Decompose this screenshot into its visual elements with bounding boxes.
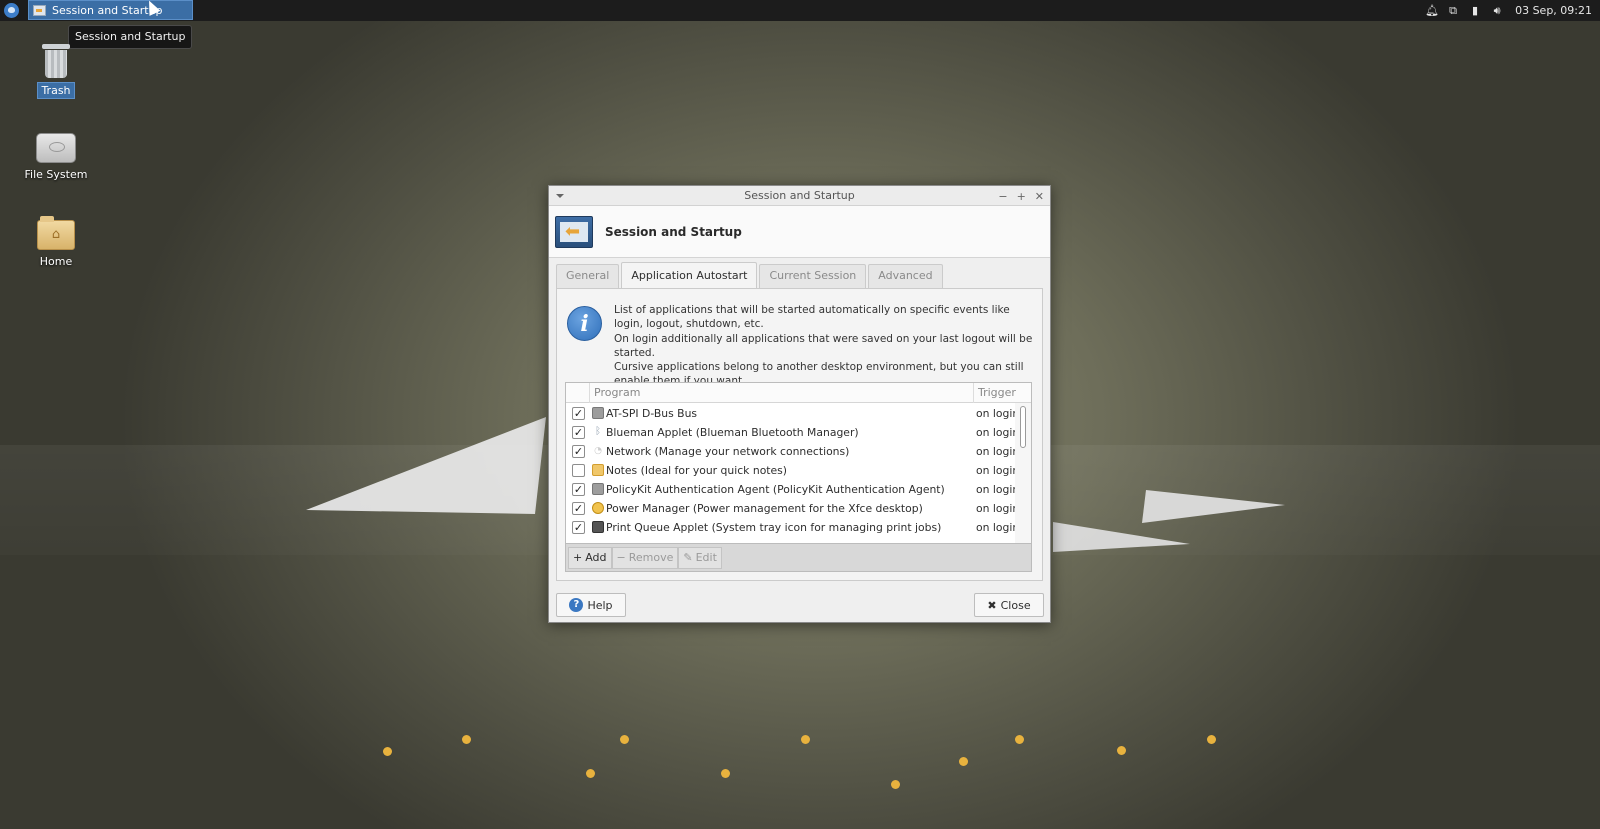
top-panel: Session and Startup 🔔︎ ⧉ ▮ 🔊︎ 03 Sep, 09… [0,0,1600,21]
close-icon: ✖ [987,598,997,612]
desktop-icon-trash[interactable]: Trash [16,44,96,99]
volume-icon[interactable]: 🔊︎ [1491,4,1503,17]
dialog-header: Session and Startup [549,206,1050,258]
tab-general[interactable]: General [556,264,620,288]
window-title: Session and Startup [744,189,855,202]
remove-button[interactable]: − Remove [611,546,679,569]
tab-application-autostart[interactable]: Application Autostart [621,262,758,288]
enable-checkbox[interactable] [572,464,585,477]
minimize-icon[interactable]: − [998,190,1007,203]
list-item[interactable]: ✓ Power Manager (Power management for th… [566,499,1019,518]
enable-checkbox[interactable]: ✓ [572,483,585,496]
close-icon[interactable]: ✕ [1035,190,1044,203]
printer-icon [592,521,604,533]
enable-checkbox[interactable]: ✓ [572,426,585,439]
enable-checkbox[interactable]: ✓ [572,407,585,420]
help-icon: ? [569,598,584,612]
column-header-trigger[interactable]: Trigger [973,383,1019,403]
clock[interactable]: 03 Sep, 09:21 [1515,4,1592,17]
add-button[interactable]: + Add [568,546,612,569]
dialog-heading: Session and Startup [605,224,742,239]
pencil-icon: ✎ [683,551,693,564]
maximize-icon[interactable]: + [1017,190,1026,203]
autostart-panel: i List of applications that will be star… [556,288,1043,581]
tab-advanced[interactable]: Advanced [868,264,943,288]
column-header-program[interactable]: Program [594,383,640,403]
drive-icon [36,133,76,163]
desktop-icon-label: Home [39,255,73,268]
close-button[interactable]: ✖ Close [974,593,1044,617]
system-tray: 🔔︎ ⧉ ▮ 🔊︎ 03 Sep, 09:21 [1425,0,1592,21]
list-header: Program Trigger [566,383,1031,403]
info-icon: i [567,306,602,341]
list-toolbar: + Add − Remove ✎ Edit [565,544,1032,572]
trash-icon [42,44,70,78]
enable-checkbox[interactable]: ✓ [572,521,585,534]
info-text: List of applications that will be starte… [614,304,1033,387]
list-item[interactable]: ✓ ◔ Network (Manage your network connect… [566,442,1019,461]
list-item[interactable]: ✓ Print Queue Applet (System tray icon f… [566,518,1019,537]
desktop-icon-home[interactable]: Home [16,216,96,269]
info-box: i List of applications that will be star… [565,301,1034,387]
list-item[interactable]: ✓ ᛒ Blueman Applet (Blueman Bluetooth Ma… [566,423,1019,442]
list-item[interactable]: Notes (Ideal for your quick notes) on lo… [566,461,1019,480]
minus-icon: − [616,551,626,564]
tab-bar: General Application Autostart Current Se… [556,262,943,288]
list-item[interactable]: ✓ AT-SPI D-Bus Bus on login [566,404,1019,423]
desktop-icon-label: File System [24,168,88,181]
session-startup-icon [555,215,593,248]
help-button[interactable]: ? Help [556,593,626,617]
plus-icon: + [573,551,583,564]
taskbar-button-session-startup[interactable]: Session and Startup [28,0,193,20]
enable-checkbox[interactable]: ✓ [572,502,585,515]
network-icon[interactable]: ⧉ [1447,4,1459,17]
bell-icon[interactable]: 🔔︎ [1425,4,1439,17]
bluetooth-icon: ᛒ [595,426,601,437]
session-startup-icon [33,4,46,16]
desktop-icon-label: Trash [37,82,75,99]
list-item[interactable]: ✓ PolicyKit Authentication Agent (Policy… [566,480,1019,499]
tab-current-session[interactable]: Current Session [759,264,867,288]
network-icon: ◔ [594,446,602,456]
notes-icon [592,464,604,476]
battery-icon[interactable]: ▮ [1469,4,1481,17]
list-scrollbar[interactable] [1015,403,1031,543]
enable-checkbox[interactable]: ✓ [572,445,585,458]
session-startup-window: Session and Startup − + ✕ Session and St… [548,185,1051,623]
autostart-list: Program Trigger ✓ AT-SPI D-Bus Bus on lo… [565,382,1032,544]
edit-button[interactable]: ✎ Edit [678,546,722,569]
column-header-enabled[interactable] [566,383,590,403]
home-folder-icon [37,216,75,250]
window-titlebar[interactable]: Session and Startup − + ✕ [549,186,1050,206]
scrollbar-thumb[interactable] [1020,406,1026,448]
app-icon [592,483,604,495]
app-icon [592,407,604,419]
desktop-icon-file-system[interactable]: File System [16,133,96,182]
app-menu-icon[interactable] [4,3,19,18]
power-icon [592,502,604,514]
